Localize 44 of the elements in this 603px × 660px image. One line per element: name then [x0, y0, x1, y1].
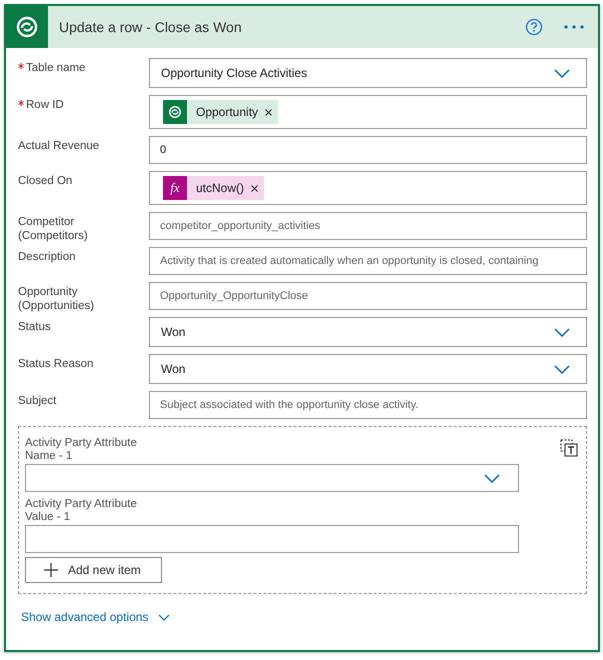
token-label: utcNow()	[196, 181, 244, 195]
help-icon[interactable]	[525, 18, 543, 36]
chevron-down-icon	[554, 328, 570, 336]
chevron-down-icon	[484, 474, 500, 482]
text-field[interactable]	[25, 525, 519, 553]
card-title: Update a row - Close as Won	[59, 19, 243, 35]
field-label: Status	[18, 320, 51, 334]
close-icon[interactable]	[265, 108, 272, 116]
plus-icon	[44, 563, 58, 577]
field-label: Row ID	[26, 98, 64, 112]
field-label: Actual Revenue	[18, 139, 100, 153]
more-options-icon[interactable]	[563, 24, 585, 30]
chevron-down-icon	[158, 614, 170, 620]
field-label: Table name	[26, 61, 86, 75]
show-advanced-options-link[interactable]: Show advanced options	[21, 610, 170, 624]
dropdown-field[interactable]: Won	[149, 354, 587, 384]
text-field[interactable]: 0	[149, 136, 587, 164]
expression-token[interactable]: fx utcNow()	[163, 176, 264, 200]
chevron-down-icon	[554, 68, 570, 78]
dropdown-field[interactable]	[25, 464, 519, 492]
function-badge: fx	[163, 176, 187, 200]
add-item-button[interactable]: Add new item	[25, 557, 162, 583]
dropdown-field[interactable]: Opportunity Close Activities	[149, 58, 587, 88]
text-field[interactable]: competitor_opportunity_activities	[149, 212, 587, 240]
text-field[interactable]: Opportunity_OpportunityClose	[149, 282, 587, 310]
field-label: Status Reason	[18, 357, 94, 371]
field-label: Activity Party Attribute Name - 1	[25, 437, 138, 463]
field-label: Activity Party Attribute Value - 1	[25, 498, 138, 524]
text-field[interactable]: Activity that is created automatically when an opportunity is closed, containing	[149, 247, 587, 275]
field-label: Closed On	[18, 174, 72, 188]
dataverse-logo-icon	[163, 100, 187, 124]
close-icon[interactable]	[251, 184, 258, 192]
token-label: Opportunity	[196, 105, 258, 119]
field-label: Opportunity (Opportunities)	[18, 285, 96, 313]
dynamic-content-token[interactable]: Opportunity	[163, 100, 278, 124]
text-mode-icon[interactable]	[560, 439, 578, 457]
dropdown-field[interactable]: Won	[149, 317, 587, 347]
token-field[interactable]: fx utcNow()	[149, 171, 587, 205]
field-label: Competitor (Competitors)	[18, 215, 89, 243]
token-field[interactable]: Opportunity	[149, 95, 587, 129]
field-label: Description	[18, 250, 76, 264]
chevron-down-icon	[554, 364, 570, 374]
text-field[interactable]: Subject associated with the opportunity close activity.	[149, 391, 587, 419]
field-label: Subject	[18, 394, 56, 408]
